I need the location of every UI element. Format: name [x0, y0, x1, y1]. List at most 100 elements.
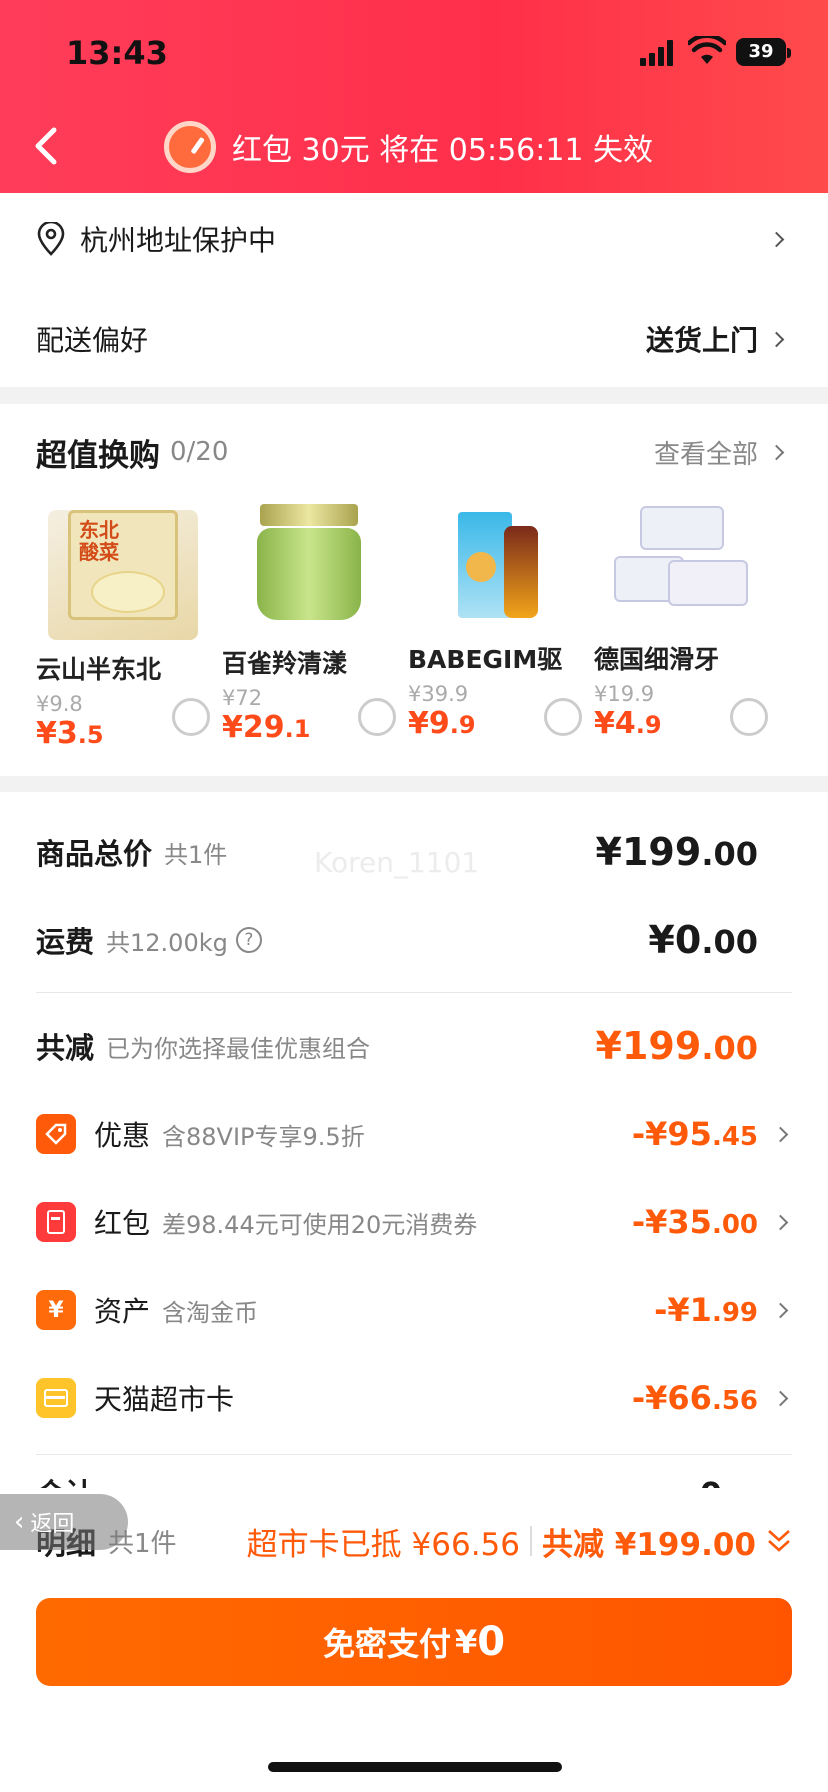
- product-image-repellent: [420, 500, 570, 630]
- discount-desc: 差98.44元可使用20元消费券: [162, 1210, 478, 1239]
- shipping-label: 运费: [36, 925, 95, 959]
- discount-amount-dec: .45: [711, 1122, 758, 1152]
- card-icon: [36, 1378, 76, 1418]
- discount-desc: 含淘金币: [162, 1298, 259, 1327]
- location-pin-icon: [37, 222, 65, 256]
- chevron-right-icon[interactable]: [768, 444, 785, 460]
- detail-row[interactable]: 明细 共1件 超市卡已抵 ¥66.56 共减 ¥199.00: [36, 1516, 792, 1566]
- discount-amount-int: -¥1: [654, 1291, 712, 1329]
- discount-amount-int: -¥66: [631, 1379, 712, 1417]
- total-reduce-label: 共减: [36, 1031, 95, 1065]
- swap-item-checkbox[interactable]: [544, 698, 582, 736]
- goods-total-int: ¥199: [595, 830, 702, 874]
- discount-row-promo[interactable]: 优惠 含88VIP专享9.5折 -¥95.45: [36, 1104, 792, 1164]
- address-card: 杭州地址保护中 配送偏好 送货上门: [0, 193, 828, 387]
- redpack-countdown: 红包 30元 将在 05:56:11 失效: [164, 118, 653, 176]
- shipping-weight: 共12.00kg: [106, 928, 228, 957]
- swap-item-name: 百雀羚清漾: [222, 649, 348, 678]
- discount-amount-dec: .99: [711, 1298, 758, 1328]
- divider: [36, 992, 792, 993]
- delivery-row[interactable]: 配送偏好 送货上门: [36, 317, 792, 361]
- pay-amount: 0: [477, 1619, 506, 1665]
- divider: [36, 1454, 792, 1455]
- discount-row-assets[interactable]: ¥ 资产 含淘金币 -¥1.99: [36, 1280, 792, 1340]
- shipping-int: ¥0: [648, 918, 702, 962]
- pay-button[interactable]: 免密支付 ¥ 0: [36, 1598, 792, 1686]
- chevron-right-icon: [768, 331, 785, 347]
- swap-item-sale-dec: .5: [77, 721, 104, 749]
- swap-item-name: 德国细滑牙: [594, 645, 720, 674]
- card-used-text: 超市卡已抵 ¥66.56: [246, 1526, 520, 1563]
- discount-amount-int: -¥95: [631, 1115, 712, 1153]
- goods-total-row: 商品总价 共1件 ¥199.00: [36, 826, 792, 878]
- swap-item-checkbox[interactable]: [172, 698, 210, 736]
- red-packet-icon: [36, 1202, 76, 1242]
- signal-icon: [640, 40, 674, 66]
- delivery-label: 配送偏好: [36, 324, 149, 357]
- swap-header: 超值换购 0/20 查看全部: [36, 428, 792, 476]
- discount-amount-dec: .56: [711, 1386, 758, 1416]
- address-row[interactable]: 杭州地址保护中: [36, 217, 792, 261]
- swap-item-sale-int: ¥4: [594, 706, 636, 741]
- swap-item-name: BABEGIM驱: [408, 645, 563, 674]
- redpack-countdown-text: 红包 30元 将在 05:56:11 失效: [232, 133, 654, 168]
- back-arrow-icon[interactable]: [30, 124, 64, 168]
- swap-item-sale-int: ¥3: [36, 716, 78, 751]
- swap-item-sale-dec: .9: [449, 711, 476, 739]
- yuan-icon: ¥: [36, 1290, 76, 1330]
- swap-item[interactable]: 德国细滑牙 ¥19.9 ¥4.9: [594, 500, 780, 741]
- swap-item-sale-dec: .1: [284, 715, 311, 743]
- home-indicator: [268, 1762, 562, 1772]
- return-label: 返回: [30, 1512, 75, 1537]
- chevron-right-icon: [772, 1214, 789, 1230]
- top-header: 13:43 39 红包 30元 将在 05:56:11 失效: [0, 0, 828, 193]
- swap-count: 0/20: [170, 437, 229, 467]
- divider: [530, 1526, 532, 1556]
- total-reduce-dec: .00: [701, 1029, 758, 1067]
- shipping-dec: .00: [701, 923, 758, 961]
- swap-item[interactable]: BABEGIM驱 ¥39.9 ¥9.9: [408, 500, 594, 741]
- double-chevron-down-icon[interactable]: [766, 1527, 792, 1555]
- total-reduce-summary: 共减 ¥199.00: [542, 1526, 756, 1563]
- discount-amount-int: -¥35: [631, 1203, 712, 1241]
- status-time: 13:43: [66, 34, 168, 72]
- chevron-left-icon: ‹: [14, 1507, 25, 1537]
- swap-item-sale-int: ¥29: [222, 710, 285, 745]
- product-image-floss: [606, 500, 756, 630]
- chevron-right-icon: [772, 1390, 789, 1406]
- discount-title: 天猫超市卡: [94, 1383, 235, 1416]
- discount-desc: 含88VIP专享9.5折: [162, 1122, 365, 1151]
- swap-item[interactable]: 东北 酸菜 云山半东北 ¥9.8 ¥3.5: [36, 500, 222, 751]
- swap-item-sale-int: ¥9: [408, 706, 450, 741]
- return-button[interactable]: ‹ 返回: [0, 1494, 128, 1550]
- total-reduce-row: 共减 已为你选择最佳优惠组合 ¥199.00: [36, 1020, 792, 1072]
- discount-amount-dec: .00: [711, 1210, 758, 1240]
- swap-item-checkbox[interactable]: [358, 698, 396, 736]
- view-all-link[interactable]: 查看全部: [654, 434, 758, 471]
- wifi-icon: [688, 36, 726, 64]
- product-image-cream-jar: [234, 504, 384, 634]
- total-reduce-int: ¥199: [595, 1024, 702, 1068]
- discount-row-redpacket[interactable]: 红包 差98.44元可使用20元消费券 -¥35.00: [36, 1192, 792, 1252]
- discount-row-supermarket-card[interactable]: 天猫超市卡 -¥66.56: [36, 1368, 792, 1428]
- delivery-value: 送货上门: [645, 324, 758, 357]
- discount-title: 红包: [94, 1207, 151, 1240]
- swap-item[interactable]: 百雀羚清漾 ¥72 ¥29.1: [222, 500, 408, 745]
- tag-icon: [36, 1114, 76, 1154]
- help-icon[interactable]: ?: [235, 927, 262, 953]
- chevron-right-icon: [768, 231, 785, 247]
- pay-currency: ¥: [454, 1623, 478, 1661]
- chevron-right-icon: [772, 1302, 789, 1318]
- swap-item-name: 云山半东北: [36, 655, 162, 684]
- chevron-right-icon: [772, 1126, 789, 1142]
- goods-total-dec: .00: [701, 835, 758, 873]
- address-text: 杭州地址保护中: [80, 224, 277, 257]
- swap-item-checkbox[interactable]: [730, 698, 768, 736]
- discount-title: 资产: [94, 1295, 151, 1328]
- goods-total-label: 商品总价: [36, 837, 153, 871]
- swap-title: 超值换购: [36, 437, 160, 474]
- product-image-sauerkraut: 东北 酸菜: [48, 510, 198, 640]
- discount-title: 优惠: [94, 1119, 151, 1152]
- goods-total-sub: 共1件: [164, 840, 228, 869]
- total-reduce-sub: 已为你选择最佳优惠组合: [106, 1034, 371, 1063]
